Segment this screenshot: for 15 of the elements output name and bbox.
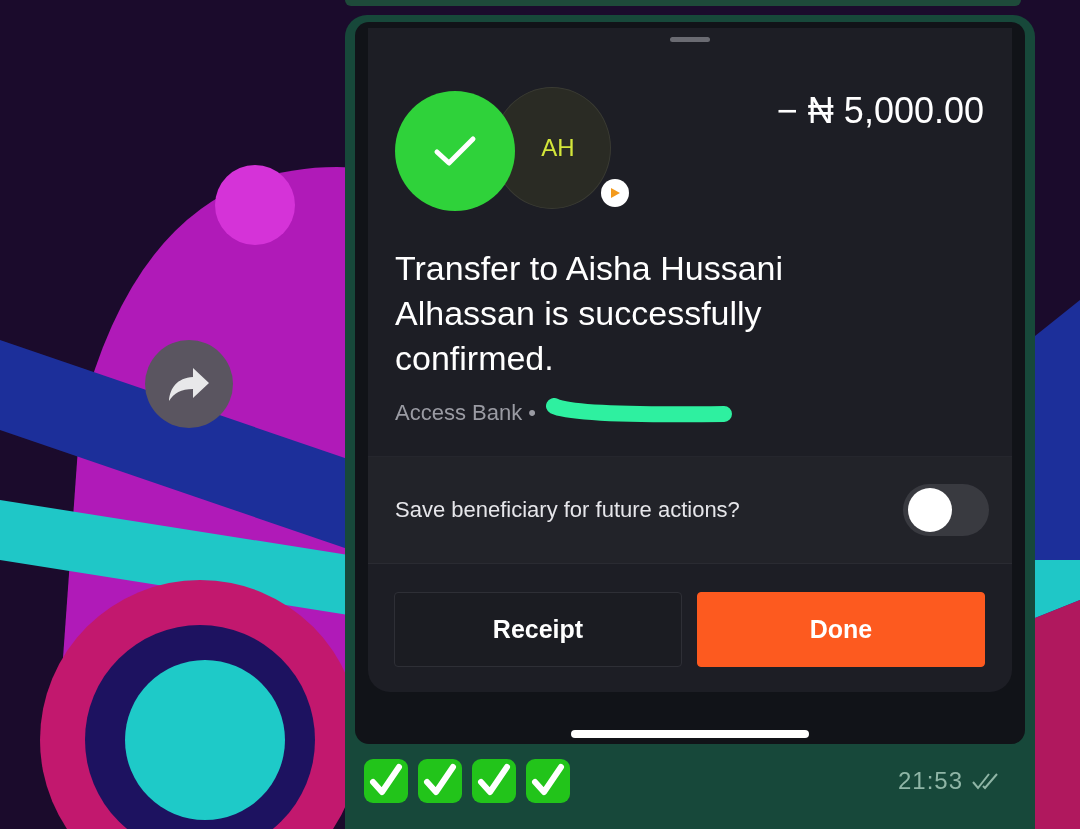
toggle-switch[interactable] (903, 484, 989, 536)
save-beneficiary-label: Save beneficiary for future actions? (395, 497, 740, 523)
message-time: 21:53 (897, 767, 963, 795)
avatar-initials: AH (541, 134, 575, 162)
bank-name: Access Bank • (395, 400, 536, 426)
check-mark-emoji-icon (525, 758, 571, 804)
bank-logo-icon (601, 179, 629, 207)
drag-handle[interactable] (670, 37, 710, 42)
receipt-button[interactable]: Receipt (394, 592, 682, 667)
share-arrow-icon (167, 366, 211, 402)
check-mark-emoji-icon (471, 758, 517, 804)
transfer-amount: − ₦ 5,000.00 (776, 90, 984, 132)
confirmation-message: Transfer to Aisha Hussani Alhassan is successfully confirmed. (395, 248, 785, 379)
check-mark-emoji-icon (417, 758, 463, 804)
check-mark-emoji-icon (363, 758, 409, 804)
